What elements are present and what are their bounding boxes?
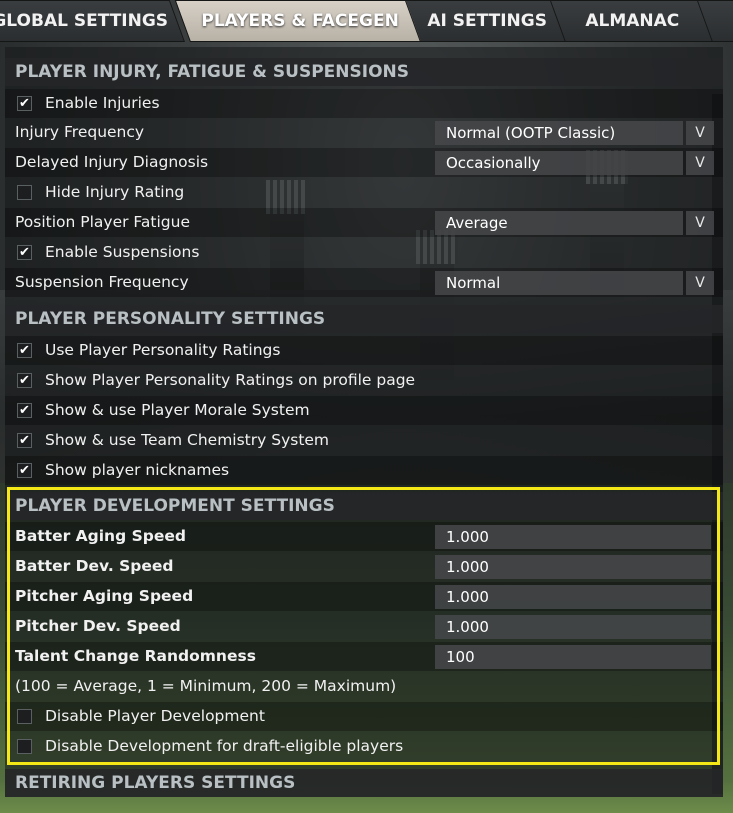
checkmark-icon: ✔ xyxy=(19,403,30,418)
personality-item-label: Show & use Team Chemistry System xyxy=(45,431,330,449)
suspension-frequency-select[interactable]: Normal xyxy=(435,271,683,295)
morale-system-checkbox[interactable]: ✔ xyxy=(17,403,32,418)
tab-players-facegen[interactable]: PLAYERS & FACEGEN xyxy=(174,0,425,42)
batter-aging-label: Batter Aging Speed xyxy=(15,527,186,545)
personality-item[interactable]: ✔ Show Player Personality Ratings on pro… xyxy=(5,366,723,395)
checkmark-icon: ✔ xyxy=(19,463,30,478)
personality-item-label: Show Player Personality Ratings on profi… xyxy=(45,371,416,389)
hide-injury-rating-label: Hide Injury Rating xyxy=(45,183,185,201)
disable-draft-row[interactable]: Disable Development for draft-eligible p… xyxy=(5,732,723,761)
dev-field-row: Talent Change Randomness 100 xyxy=(5,642,723,671)
enable-injuries-checkbox[interactable]: ✔ xyxy=(17,96,32,111)
personality-item-label: Show player nicknames xyxy=(45,461,230,479)
chevron-down-icon[interactable]: V xyxy=(686,271,714,295)
delayed-diagnosis-row: Delayed Injury Diagnosis Occasionally V xyxy=(5,148,723,177)
fatigue-select[interactable]: Average xyxy=(435,211,683,235)
team-chemistry-checkbox[interactable]: ✔ xyxy=(17,433,32,448)
delayed-diagnosis-select[interactable]: Occasionally xyxy=(435,151,683,175)
personality-item[interactable]: ✔ Use Player Personality Ratings xyxy=(5,336,723,365)
pitcher-aging-label: Pitcher Aging Speed xyxy=(15,587,194,605)
pitcher-aging-input[interactable]: 1.000 xyxy=(435,585,711,609)
tab-global-settings[interactable]: GLOBAL SETTINGS xyxy=(0,0,185,42)
section-header-personality: PLAYER PERSONALITY SETTINGS xyxy=(5,305,723,333)
disable-dev-label: Disable Player Development xyxy=(45,707,265,725)
personality-ratings-checkbox[interactable]: ✔ xyxy=(17,343,32,358)
personality-item-label: Use Player Personality Ratings xyxy=(45,341,281,359)
section-header-retiring: RETIRING PLAYERS SETTINGS xyxy=(5,769,723,797)
suspension-frequency-label: Suspension Frequency xyxy=(15,273,189,291)
fatigue-row: Position Player Fatigue Average V xyxy=(5,208,723,237)
enable-suspensions-checkbox[interactable]: ✔ xyxy=(17,245,32,260)
checkmark-icon: ✔ xyxy=(19,373,30,388)
profile-personality-checkbox[interactable]: ✔ xyxy=(17,373,32,388)
enable-suspensions-row[interactable]: ✔ Enable Suspensions xyxy=(5,238,723,267)
personality-item[interactable]: ✔ Show & use Team Chemistry System xyxy=(5,426,723,455)
pitcher-dev-input[interactable]: 1.000 xyxy=(435,615,711,639)
settings-tab-bar: GLOBAL SETTINGS PLAYERS & FACEGEN AI SET… xyxy=(0,0,733,44)
injury-frequency-label: Injury Frequency xyxy=(15,123,145,141)
section-header-development: PLAYER DEVELOPMENT SETTINGS xyxy=(5,492,723,520)
talent-randomness-input[interactable]: 100 xyxy=(435,645,711,669)
personality-item-label: Show & use Player Morale System xyxy=(45,401,310,419)
disable-draft-label: Disable Development for draft-eligible p… xyxy=(45,737,404,755)
tab-ai-settings[interactable]: AI SETTINGS xyxy=(404,0,570,42)
injury-frequency-select[interactable]: Normal (OOTP Classic) xyxy=(435,121,683,145)
checkmark-icon: ✔ xyxy=(19,343,30,358)
dev-note-row: (100 = Average, 1 = Minimum, 200 = Maxim… xyxy=(5,672,723,701)
hide-injury-rating-row[interactable]: Hide Injury Rating xyxy=(5,178,723,207)
personality-item[interactable]: ✔ Show & use Player Morale System xyxy=(5,396,723,425)
checkmark-icon: ✔ xyxy=(19,245,30,260)
section-header-injury: PLAYER INJURY, FATIGUE & SUSPENSIONS xyxy=(5,58,723,86)
delayed-diagnosis-label: Delayed Injury Diagnosis xyxy=(15,153,209,171)
dev-field-row: Pitcher Aging Speed 1.000 xyxy=(5,582,723,611)
dev-field-row: Batter Dev. Speed 1.000 xyxy=(5,552,723,581)
batter-aging-input[interactable]: 1.000 xyxy=(435,525,711,549)
chevron-down-icon[interactable]: V xyxy=(686,151,714,175)
pitcher-dev-label: Pitcher Dev. Speed xyxy=(15,617,181,635)
dev-field-row: Pitcher Dev. Speed 1.000 xyxy=(5,612,723,641)
talent-range-note: (100 = Average, 1 = Minimum, 200 = Maxim… xyxy=(15,677,397,695)
batter-dev-input[interactable]: 1.000 xyxy=(435,555,711,579)
fatigue-label: Position Player Fatigue xyxy=(15,213,191,231)
batter-dev-label: Batter Dev. Speed xyxy=(15,557,174,575)
disable-dev-row[interactable]: Disable Player Development xyxy=(5,702,723,731)
enable-suspensions-label: Enable Suspensions xyxy=(45,243,200,261)
suspension-frequency-row: Suspension Frequency Normal V xyxy=(5,268,723,297)
enable-injuries-row[interactable]: ✔ Enable Injuries xyxy=(5,89,723,118)
enable-injuries-label: Enable Injuries xyxy=(45,94,160,112)
talent-randomness-label: Talent Change Randomness xyxy=(15,647,256,665)
injury-frequency-row: Injury Frequency Normal (OOTP Classic) V xyxy=(5,118,723,147)
personality-item[interactable]: ✔ Show player nicknames xyxy=(5,456,723,485)
checkmark-icon: ✔ xyxy=(19,433,30,448)
chevron-down-icon[interactable]: V xyxy=(686,121,714,145)
hide-injury-rating-checkbox[interactable] xyxy=(17,185,32,200)
checkmark-icon: ✔ xyxy=(19,96,30,111)
disable-dev-checkbox[interactable] xyxy=(17,709,32,724)
disable-draft-checkbox[interactable] xyxy=(17,739,32,754)
tab-almanac[interactable]: ALMANAC xyxy=(549,0,715,42)
dev-field-row: Batter Aging Speed 1.000 xyxy=(5,522,723,551)
nicknames-checkbox[interactable]: ✔ xyxy=(17,463,32,478)
chevron-down-icon[interactable]: V xyxy=(686,211,714,235)
